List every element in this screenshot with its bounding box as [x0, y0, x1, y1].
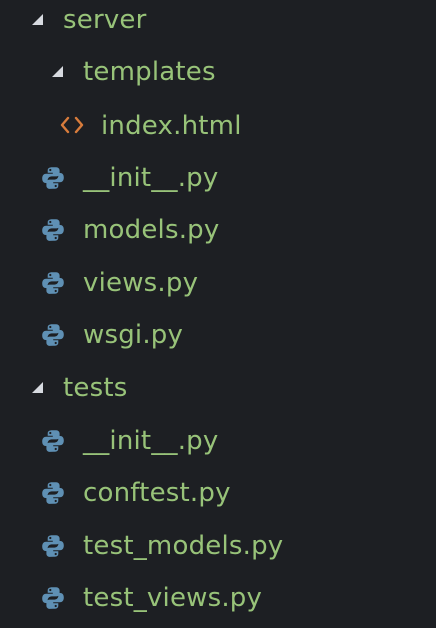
- tree-item-label: views.py: [83, 268, 199, 298]
- tree-folder-tests[interactable]: tests: [0, 362, 436, 414]
- python-file-icon: [40, 533, 66, 559]
- tree-folder-templates[interactable]: templates: [0, 46, 436, 98]
- tree-item-label: __init__.py: [83, 426, 219, 456]
- python-file-icon: [40, 480, 66, 506]
- chevron-down-icon[interactable]: [32, 382, 43, 393]
- tree-item-label: server: [63, 5, 147, 35]
- python-file-icon: [40, 428, 66, 454]
- tree-item-label: wsgi.py: [83, 320, 184, 350]
- tree-file-test-models-py[interactable]: test_models.py: [0, 520, 436, 572]
- html-file-icon: [59, 114, 85, 136]
- tree-file-init-py[interactable]: __init__.py: [0, 415, 436, 467]
- python-file-icon: [40, 270, 66, 296]
- tree-file-views-py[interactable]: views.py: [0, 257, 436, 309]
- tree-file-wsgi-py[interactable]: wsgi.py: [0, 309, 436, 361]
- tree-file-index-html[interactable]: index.html: [0, 100, 436, 152]
- python-file-icon: [40, 322, 66, 348]
- file-explorer-tree: server templates index.html __init__.py …: [0, 0, 436, 628]
- tree-item-label: tests: [63, 373, 128, 403]
- chevron-down-icon[interactable]: [52, 66, 63, 77]
- tree-item-label: models.py: [83, 215, 220, 245]
- python-file-icon: [40, 217, 66, 243]
- python-file-icon: [40, 165, 66, 191]
- tree-item-label: __init__.py: [83, 163, 219, 193]
- tree-item-label: test_views.py: [83, 583, 263, 613]
- tree-file-test-views-py[interactable]: test_views.py: [0, 572, 436, 624]
- tree-file-models-py[interactable]: models.py: [0, 204, 436, 256]
- tree-item-label: test_models.py: [83, 531, 284, 561]
- tree-file-init-py[interactable]: __init__.py: [0, 152, 436, 204]
- tree-folder-server[interactable]: server: [0, 0, 436, 46]
- tree-item-label: templates: [83, 57, 216, 87]
- tree-file-conftest-py[interactable]: conftest.py: [0, 467, 436, 519]
- chevron-down-icon[interactable]: [32, 14, 43, 25]
- python-file-icon: [40, 585, 66, 611]
- tree-item-label: index.html: [101, 111, 242, 141]
- tree-item-label: conftest.py: [83, 478, 231, 508]
